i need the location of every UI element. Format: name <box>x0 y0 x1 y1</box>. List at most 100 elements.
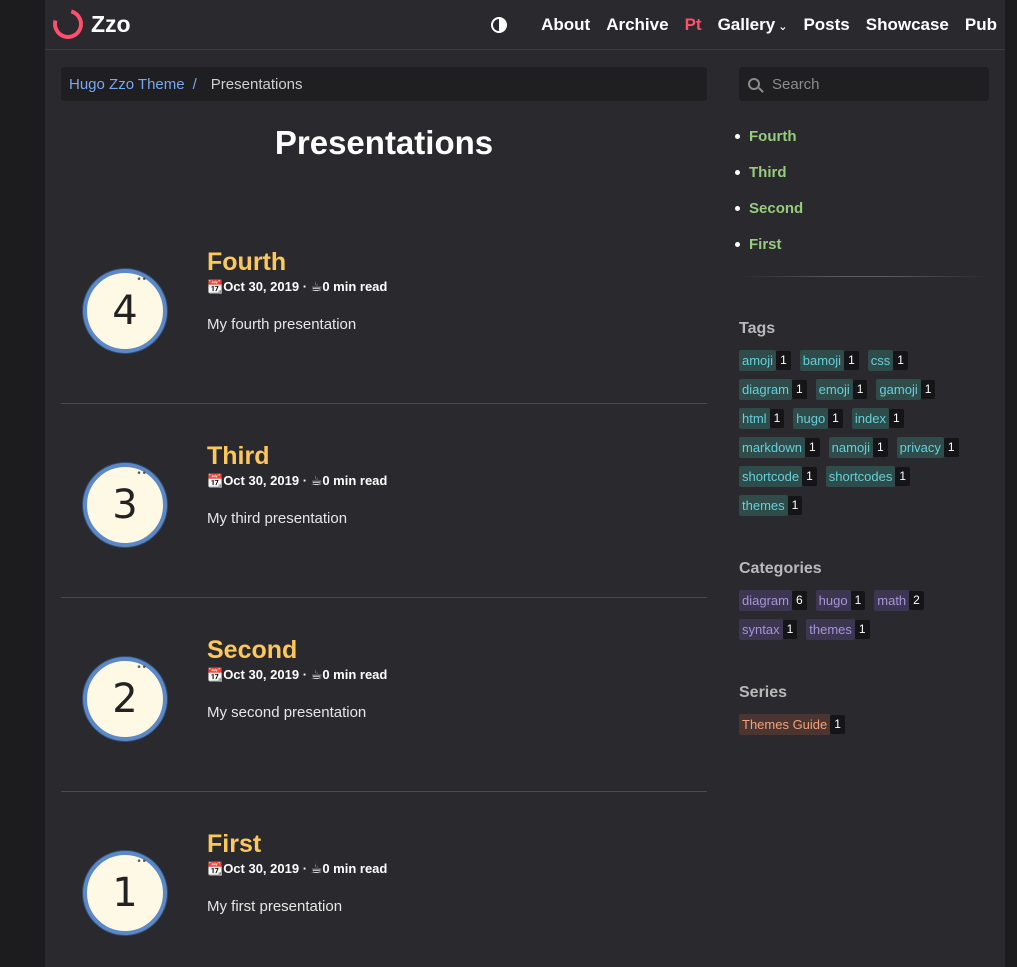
post-meta: 📆Oct 30, 2019 · ☕0 min read <box>207 473 387 489</box>
coffee-icon: ☕ <box>310 473 323 488</box>
tag-chip[interactable]: hugo 1 <box>793 408 843 429</box>
site-logo[interactable]: Zzo <box>47 3 131 45</box>
contrast-icon[interactable] <box>491 17 508 33</box>
post-read-time: 0 min read <box>322 667 388 682</box>
series-name: Themes Guide <box>739 714 831 735</box>
tag-name: gamoji <box>876 379 921 400</box>
post-description: My third presentation <box>207 510 348 527</box>
tag-chip[interactable]: bamoji 1 <box>799 350 859 371</box>
coffee-icon: ☕ <box>310 861 323 876</box>
tag-chip[interactable]: shortcodes 1 <box>825 466 911 487</box>
post-item: •• 3 Third 📆Oct 30, 2019 · ☕0 min read M… <box>61 404 707 598</box>
post-description: My second presentation <box>207 704 367 721</box>
category-chip[interactable]: themes 1 <box>806 619 870 640</box>
tag-name: shortcodes <box>825 466 896 487</box>
calendar-icon: 📆 <box>207 667 224 682</box>
toc-bullet <box>735 241 740 247</box>
badge-tick-mark: •• <box>136 663 147 673</box>
number-badge-icon[interactable]: •• 1 <box>83 851 167 935</box>
tag-count: 1 <box>893 351 908 370</box>
tag-chip[interactable]: themes 1 <box>739 495 803 516</box>
toc-item-first[interactable]: First <box>735 226 803 262</box>
category-chip[interactable]: math 2 <box>874 590 924 611</box>
tag-chip[interactable]: index 1 <box>851 408 904 429</box>
tag-count: 1 <box>828 409 843 428</box>
toc-item-third[interactable]: Third <box>735 154 803 190</box>
post-read-time: 0 min read <box>322 861 388 876</box>
categories-list: diagram 6 hugo 1 math 2 syntax 1 themes 1 <box>739 590 959 648</box>
number-badge-icon[interactable]: •• 3 <box>83 463 167 547</box>
post-meta: 📆Oct 30, 2019 · ☕0 min read <box>207 861 387 877</box>
category-name: syntax <box>739 619 783 640</box>
calendar-icon: 📆 <box>207 861 224 876</box>
toc-item-fourth[interactable]: Fourth <box>735 118 803 154</box>
tag-chip[interactable]: privacy 1 <box>896 437 959 458</box>
tag-chip[interactable]: html 1 <box>739 408 785 429</box>
nav-item-pub[interactable]: Pub <box>965 15 997 35</box>
tag-name: amoji <box>739 350 777 371</box>
tag-chip[interactable]: css 1 <box>867 350 908 371</box>
nav-item-gallery[interactable]: Gallery ⌄ <box>718 15 788 35</box>
nav-item-about[interactable]: About <box>541 15 590 35</box>
post-title-link[interactable]: Second <box>207 636 297 665</box>
post-title-link[interactable]: First <box>207 830 261 859</box>
post-title-link[interactable]: Fourth <box>207 248 286 277</box>
tag-count: 1 <box>872 438 888 457</box>
meta-separator: · <box>302 279 308 294</box>
toc-bullet <box>735 169 740 175</box>
tag-chip[interactable]: diagram 1 <box>739 379 807 400</box>
logo-text: Zzo <box>91 10 131 37</box>
badge-number: 4 <box>112 288 138 334</box>
tag-name: emoji <box>815 379 853 400</box>
badge-number: 3 <box>112 482 138 528</box>
number-badge-icon[interactable]: •• 2 <box>83 657 167 741</box>
top-navbar: Zzo About Archive Pt Gallery ⌄ Posts Show… <box>45 0 1005 50</box>
tag-chip[interactable]: amoji 1 <box>739 350 791 371</box>
tag-count: 1 <box>844 351 859 370</box>
series-chip[interactable]: Themes Guide 1 <box>739 714 845 735</box>
tag-count: 1 <box>943 438 959 457</box>
post-item: •• 4 Fourth 📆Oct 30, 2019 · ☕0 min read … <box>61 210 707 404</box>
nav-item-posts[interactable]: Posts <box>803 15 849 35</box>
search-input[interactable] <box>772 75 972 93</box>
tag-name: markdown <box>739 437 805 458</box>
tag-chip[interactable]: markdown 1 <box>739 437 820 458</box>
toc-item-second[interactable]: Second <box>735 190 803 226</box>
category-count: 6 <box>791 591 807 610</box>
coffee-icon: ☕ <box>310 279 323 294</box>
tag-name: privacy <box>896 437 944 458</box>
category-chip[interactable]: diagram 6 <box>739 590 807 611</box>
post-date: Oct 30, 2019 <box>223 279 300 294</box>
category-name: math <box>874 590 910 611</box>
toc-item-label: Second <box>749 199 804 217</box>
tag-chip[interactable]: gamoji 1 <box>876 379 936 400</box>
tag-name: index <box>851 408 889 429</box>
nav-item-archive[interactable]: Archive <box>606 15 668 35</box>
calendar-icon: 📆 <box>207 279 224 294</box>
tag-chip[interactable]: namoji 1 <box>828 437 888 458</box>
nav-item-showcase[interactable]: Showcase <box>866 15 949 35</box>
logo-ring-icon <box>47 3 89 45</box>
nav-item-pt[interactable]: Pt <box>685 15 702 35</box>
tag-chip[interactable]: emoji 1 <box>815 379 868 400</box>
breadcrumb-separator: / <box>192 75 197 93</box>
meta-separator: · <box>302 861 308 876</box>
category-count: 2 <box>909 591 924 610</box>
post-read-time: 0 min read <box>322 279 388 294</box>
badge-tick-mark: •• <box>136 275 147 285</box>
post-title-link[interactable]: Third <box>207 442 270 471</box>
category-chip[interactable]: syntax 1 <box>739 619 798 640</box>
post-date: Oct 30, 2019 <box>223 861 300 876</box>
breadcrumb-home-link[interactable]: Hugo Zzo Theme <box>69 76 185 93</box>
tag-chip[interactable]: shortcode 1 <box>739 466 817 487</box>
tag-count: 1 <box>888 409 904 428</box>
toc-bullet <box>735 205 740 211</box>
tag-name: hugo <box>793 408 829 429</box>
number-badge-icon[interactable]: •• 4 <box>83 269 167 353</box>
tag-count: 1 <box>804 438 820 457</box>
category-name: hugo <box>815 590 851 611</box>
category-chip[interactable]: hugo 1 <box>815 590 866 611</box>
categories-heading: Categories <box>739 560 822 577</box>
toc-item-label: Third <box>749 163 787 181</box>
series-count: 1 <box>830 715 845 734</box>
